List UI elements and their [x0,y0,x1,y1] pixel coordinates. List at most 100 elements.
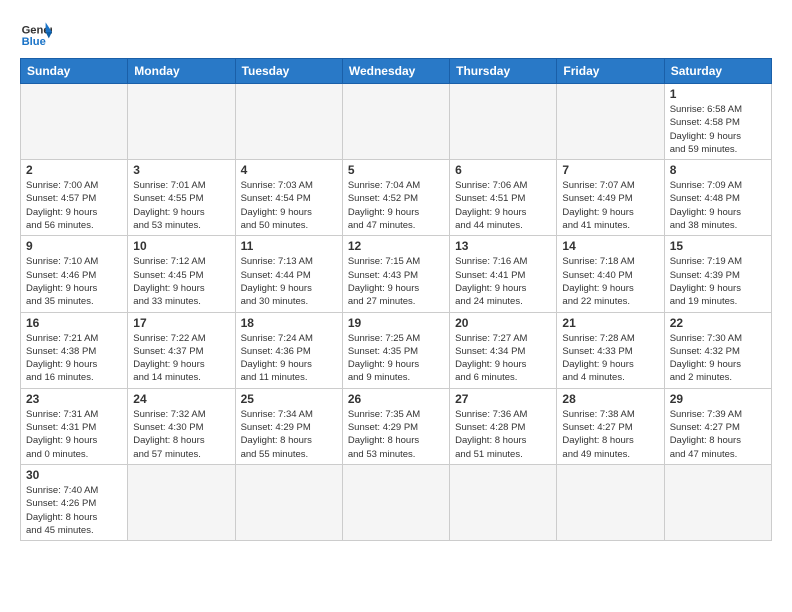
day-info: Sunrise: 7:07 AM Sunset: 4:49 PM Dayligh… [562,179,658,232]
weekday-header-thursday: Thursday [450,59,557,84]
day-number: 23 [26,392,122,406]
day-number: 17 [133,316,229,330]
calendar-cell [664,464,771,540]
day-info: Sunrise: 7:06 AM Sunset: 4:51 PM Dayligh… [455,179,551,232]
logo: General Blue [20,16,52,48]
calendar-cell: 14Sunrise: 7:18 AM Sunset: 4:40 PM Dayli… [557,236,664,312]
day-info: Sunrise: 7:34 AM Sunset: 4:29 PM Dayligh… [241,408,337,461]
day-info: Sunrise: 7:10 AM Sunset: 4:46 PM Dayligh… [26,255,122,308]
day-number: 24 [133,392,229,406]
weekday-header-saturday: Saturday [664,59,771,84]
calendar-cell [128,84,235,160]
calendar-cell: 6 Sunrise: 7:06 AM Sunset: 4:51 PM Daylig… [450,160,557,236]
day-number: 4 [241,163,337,177]
day-info: Sunrise: 7:00 AM Sunset: 4:57 PM Dayligh… [26,179,122,232]
day-number: 10 [133,239,229,253]
logo-icon: General Blue [20,16,52,48]
calendar-cell: 22 Sunrise: 7:30 AM Sunset: 4:32 PM Dayli… [664,312,771,388]
calendar-cell: 1Sunrise: 6:58 AM Sunset: 4:58 PM Daylig… [664,84,771,160]
day-number: 8 [670,163,766,177]
calendar-cell: 3Sunrise: 7:01 AM Sunset: 4:55 PM Daylig… [128,160,235,236]
day-info: Sunrise: 7:19 AM Sunset: 4:39 PM Dayligh… [670,255,766,308]
day-number: 27 [455,392,551,406]
day-info: Sunrise: 7:28 AM Sunset: 4:33 PM Dayligh… [562,332,658,385]
day-info: Sunrise: 7:39 AM Sunset: 4:27 PM Dayligh… [670,408,766,461]
day-info: Sunrise: 7:15 AM Sunset: 4:43 PM Dayligh… [348,255,444,308]
day-info: Sunrise: 7:31 AM Sunset: 4:31 PM Dayligh… [26,408,122,461]
day-number: 14 [562,239,658,253]
weekday-header-friday: Friday [557,59,664,84]
calendar-cell: 7 Sunrise: 7:07 AM Sunset: 4:49 PM Daylig… [557,160,664,236]
calendar-week-row: 1Sunrise: 6:58 AM Sunset: 4:58 PM Daylig… [21,84,772,160]
calendar-cell [235,464,342,540]
calendar-cell: 16 Sunrise: 7:21 AM Sunset: 4:38 PM Dayli… [21,312,128,388]
day-info: Sunrise: 7:03 AM Sunset: 4:54 PM Dayligh… [241,179,337,232]
calendar-week-row: 16 Sunrise: 7:21 AM Sunset: 4:38 PM Dayli… [21,312,772,388]
day-number: 18 [241,316,337,330]
calendar-cell: 18 Sunrise: 7:24 AM Sunset: 4:36 PM Dayli… [235,312,342,388]
day-number: 28 [562,392,658,406]
day-info: Sunrise: 7:30 AM Sunset: 4:32 PM Dayligh… [670,332,766,385]
day-number: 13 [455,239,551,253]
calendar-cell [450,84,557,160]
day-info: Sunrise: 6:58 AM Sunset: 4:58 PM Dayligh… [670,103,766,156]
day-number: 19 [348,316,444,330]
day-info: Sunrise: 7:24 AM Sunset: 4:36 PM Dayligh… [241,332,337,385]
day-number: 11 [241,239,337,253]
calendar-cell [21,84,128,160]
day-number: 30 [26,468,122,482]
day-number: 9 [26,239,122,253]
weekday-header-sunday: Sunday [21,59,128,84]
calendar-cell: 13 Sunrise: 7:16 AM Sunset: 4:41 PM Dayli… [450,236,557,312]
calendar-cell [235,84,342,160]
day-number: 3 [133,163,229,177]
day-number: 16 [26,316,122,330]
weekday-header-row: SundayMondayTuesdayWednesdayThursdayFrid… [21,59,772,84]
day-info: Sunrise: 7:35 AM Sunset: 4:29 PM Dayligh… [348,408,444,461]
calendar-cell: 29 Sunrise: 7:39 AM Sunset: 4:27 PM Dayli… [664,388,771,464]
day-number: 21 [562,316,658,330]
day-number: 15 [670,239,766,253]
day-info: Sunrise: 7:04 AM Sunset: 4:52 PM Dayligh… [348,179,444,232]
calendar-cell: 23 Sunrise: 7:31 AM Sunset: 4:31 PM Dayli… [21,388,128,464]
calendar-cell: 10 Sunrise: 7:12 AM Sunset: 4:45 PM Dayli… [128,236,235,312]
calendar-cell: 11Sunrise: 7:13 AM Sunset: 4:44 PM Dayli… [235,236,342,312]
day-info: Sunrise: 7:27 AM Sunset: 4:34 PM Dayligh… [455,332,551,385]
calendar-cell: 21 Sunrise: 7:28 AM Sunset: 4:33 PM Dayli… [557,312,664,388]
calendar-cell: 19 Sunrise: 7:25 AM Sunset: 4:35 PM Dayli… [342,312,449,388]
day-number: 29 [670,392,766,406]
day-number: 7 [562,163,658,177]
calendar-cell: 2Sunrise: 7:00 AM Sunset: 4:57 PM Daylig… [21,160,128,236]
day-info: Sunrise: 7:25 AM Sunset: 4:35 PM Dayligh… [348,332,444,385]
calendar-week-row: 30 Sunrise: 7:40 AM Sunset: 4:26 PM Dayli… [21,464,772,540]
day-number: 20 [455,316,551,330]
calendar-table: SundayMondayTuesdayWednesdayThursdayFrid… [20,58,772,541]
day-info: Sunrise: 7:40 AM Sunset: 4:26 PM Dayligh… [26,484,122,537]
calendar-cell: 17Sunrise: 7:22 AM Sunset: 4:37 PM Dayli… [128,312,235,388]
day-number: 12 [348,239,444,253]
page: General Blue SundayMondayTuesdayWednesda… [0,0,792,551]
day-info: Sunrise: 7:09 AM Sunset: 4:48 PM Dayligh… [670,179,766,232]
calendar-cell: 20 Sunrise: 7:27 AM Sunset: 4:34 PM Dayli… [450,312,557,388]
day-info: Sunrise: 7:12 AM Sunset: 4:45 PM Dayligh… [133,255,229,308]
calendar-cell: 26 Sunrise: 7:35 AM Sunset: 4:29 PM Dayli… [342,388,449,464]
day-info: Sunrise: 7:32 AM Sunset: 4:30 PM Dayligh… [133,408,229,461]
calendar-cell: 4 Sunrise: 7:03 AM Sunset: 4:54 PM Daylig… [235,160,342,236]
calendar-cell: 15 Sunrise: 7:19 AM Sunset: 4:39 PM Dayli… [664,236,771,312]
calendar-week-row: 9 Sunrise: 7:10 AM Sunset: 4:46 PM Daylig… [21,236,772,312]
calendar-cell: 9 Sunrise: 7:10 AM Sunset: 4:46 PM Daylig… [21,236,128,312]
day-info: Sunrise: 7:21 AM Sunset: 4:38 PM Dayligh… [26,332,122,385]
calendar-cell: 27 Sunrise: 7:36 AM Sunset: 4:28 PM Dayli… [450,388,557,464]
calendar-cell: 30 Sunrise: 7:40 AM Sunset: 4:26 PM Dayli… [21,464,128,540]
calendar-cell: 12 Sunrise: 7:15 AM Sunset: 4:43 PM Dayli… [342,236,449,312]
day-number: 22 [670,316,766,330]
day-info: Sunrise: 7:38 AM Sunset: 4:27 PM Dayligh… [562,408,658,461]
calendar-cell [557,464,664,540]
day-number: 6 [455,163,551,177]
svg-text:Blue: Blue [22,36,46,48]
day-info: Sunrise: 7:36 AM Sunset: 4:28 PM Dayligh… [455,408,551,461]
day-info: Sunrise: 7:16 AM Sunset: 4:41 PM Dayligh… [455,255,551,308]
calendar-week-row: 2Sunrise: 7:00 AM Sunset: 4:57 PM Daylig… [21,160,772,236]
calendar-week-row: 23 Sunrise: 7:31 AM Sunset: 4:31 PM Dayli… [21,388,772,464]
day-number: 26 [348,392,444,406]
